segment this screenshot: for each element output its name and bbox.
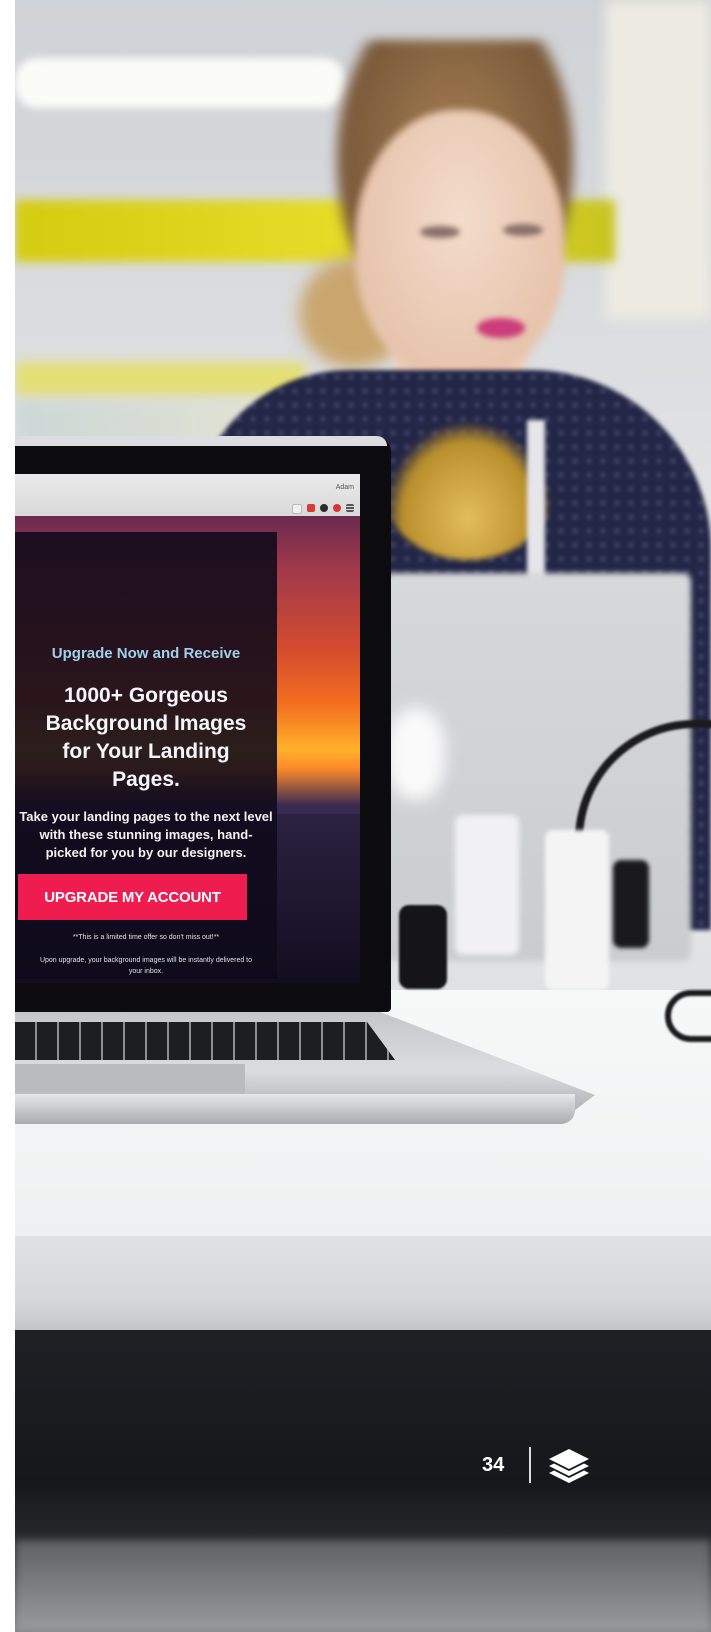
upgrade-popup: Upgrade Now and Receive 1000+ Gorgeous B… [15,532,277,979]
popup-eyebrow: Upgrade Now and Receive [51,645,241,662]
window [605,0,711,320]
browser-user-name: Adam [335,484,354,491]
laptop-base-edge [15,1094,575,1124]
woman-face [355,110,565,380]
browser-toolbar-icons [292,504,354,514]
popup-upgrade-info: Upon upgrade, your background images wil… [39,957,253,975]
woman-eye-right [503,224,543,236]
black-plug [399,905,447,989]
ceiling-light [15,58,345,108]
popup-offer-note: **This is a limited time offer so don't … [72,934,220,941]
power-adapter [455,815,519,955]
browser-bar: Adam [15,474,360,516]
cable [665,990,711,1042]
laptop-screen: Adam Upgrade Now and Receive 1000+ Gorge… [15,474,360,983]
extension-icon [320,504,328,512]
lanyard [527,420,545,580]
popup-headline: 1000+ Gorgeous Background Images for You… [45,684,247,791]
extension-icon [333,504,341,512]
woman-lips [477,318,525,338]
yellow-shelf [15,362,305,396]
upgrade-account-button[interactable]: UPGRADE MY ACCOUNT [18,874,247,920]
footer-divider [529,1447,531,1483]
page-number: 34 [482,1454,505,1476]
star-icon [292,504,302,514]
black-plug [613,860,649,948]
laptop-lid-rim [15,436,387,446]
laptop-keyboard [15,1022,395,1060]
menu-icon [346,504,354,512]
laptop-trackpad [15,1064,245,1096]
floor [15,1540,711,1632]
background-photo: Adam Upgrade Now and Receive 1000+ Gorge… [15,0,711,1632]
popup-subtext: Take your landing pages to the next leve… [19,809,273,860]
apple-logo-glow [387,708,445,800]
layers-icon [549,1449,589,1483]
table-edge [15,1236,711,1330]
power-adapter [545,830,609,990]
extension-icon [307,504,315,512]
woman-eye-left [420,226,460,238]
